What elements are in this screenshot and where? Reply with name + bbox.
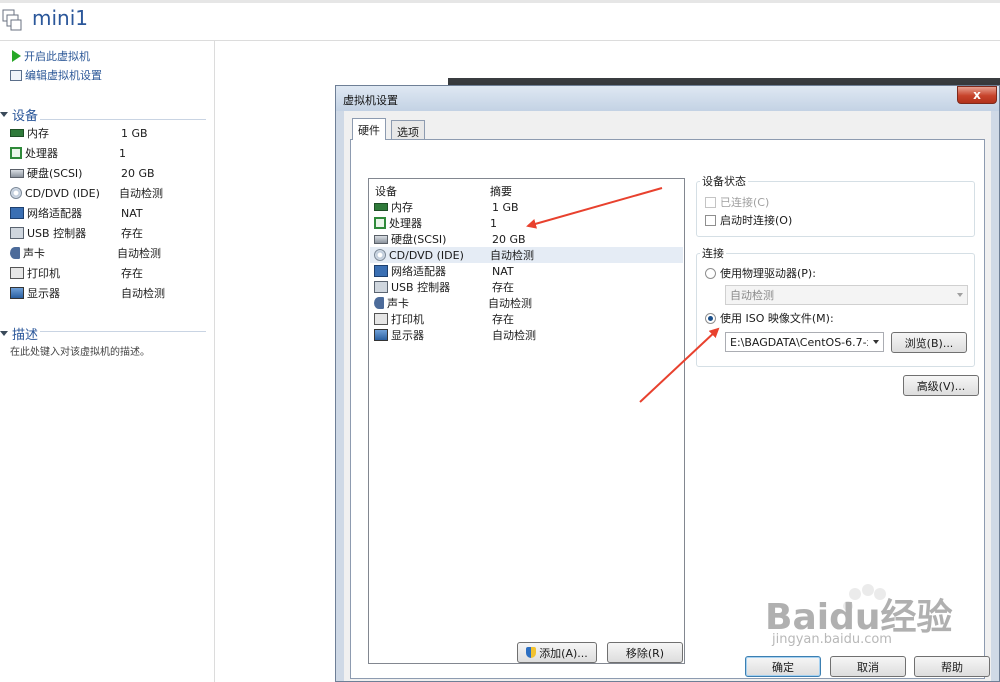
vm-title: mini1: [32, 6, 88, 30]
list-item[interactable]: 网络适配器 NAT: [370, 263, 683, 279]
tab-hardware[interactable]: 硬件: [352, 118, 386, 140]
description-placeholder[interactable]: 在此处键入对该虚拟机的描述。: [10, 343, 150, 358]
summary-device-display[interactable]: 显示器 自动检测: [10, 284, 210, 302]
printer-icon: [374, 313, 388, 325]
shield-icon: [526, 647, 537, 658]
watermark-url: jingyan.baidu.com: [772, 632, 892, 647]
summary-device-harddisk[interactable]: 硬盘(SCSI) 20 GB: [10, 164, 210, 182]
list-item[interactable]: 内存 1 GB: [370, 199, 683, 215]
printer-icon: [10, 267, 24, 279]
summary-device-network[interactable]: 网络适配器 NAT: [10, 204, 210, 222]
checkbox-icon: [705, 214, 716, 226]
memory-icon: [374, 203, 388, 211]
radio-icon: [705, 267, 716, 279]
connection-title: 连接: [700, 245, 726, 261]
connected-checkbox[interactable]: 已连接(C): [705, 194, 769, 210]
display-icon: [374, 329, 388, 341]
cancel-button[interactable]: 取消: [830, 656, 906, 677]
connect-at-power-on-checkbox[interactable]: 启动时连接(O): [705, 212, 792, 228]
browse-button[interactable]: 浏览(B)...: [891, 332, 967, 353]
dialog-title: 虚拟机设置: [343, 94, 398, 107]
add-device-button[interactable]: 添加(A)...: [517, 642, 597, 663]
devices-section-title: 设备: [12, 109, 39, 124]
description-section-title: 描述: [12, 328, 39, 343]
cd-dvd-icon: [10, 187, 22, 199]
power-on-vm-link[interactable]: 开启此虚拟机: [12, 48, 90, 64]
cd-dvd-icon: [374, 249, 386, 261]
list-item[interactable]: 声卡 自动检测: [370, 295, 683, 311]
device-status-title: 设备状态: [700, 173, 748, 189]
harddisk-icon: [10, 168, 24, 178]
remove-device-button[interactable]: 移除(R): [607, 642, 683, 663]
summary-column-header[interactable]: 摘要: [490, 183, 512, 199]
collapse-arrow-icon: [0, 112, 8, 117]
summary-device-usb[interactable]: USB 控制器 存在: [10, 224, 210, 242]
chevron-down-icon: [957, 293, 963, 297]
processor-icon: [10, 147, 22, 159]
list-item[interactable]: USB 控制器 存在: [370, 279, 683, 295]
physical-drive-select[interactable]: 自动检测: [725, 285, 968, 305]
help-button[interactable]: 帮助: [914, 656, 990, 677]
advanced-button[interactable]: 高级(V)...: [903, 375, 979, 396]
summary-device-processor[interactable]: 处理器 1: [10, 144, 210, 162]
edit-vm-settings-link[interactable]: 编辑虚拟机设置: [10, 67, 102, 83]
checkbox-icon: [705, 196, 716, 208]
memory-icon: [10, 129, 24, 137]
usb-icon: [374, 281, 388, 293]
network-icon: [374, 265, 388, 277]
vm-summary-panel: 开启此虚拟机 编辑虚拟机设置 设备 内存 1 GB 处理器 1 硬盘(SCSI)…: [0, 41, 215, 682]
close-button[interactable]: x: [957, 86, 997, 104]
description-section-line: [40, 331, 206, 332]
iso-path-combo[interactable]: E:\BAGDATA\CentOS-6.7-x8: [725, 332, 884, 352]
physical-drive-radio[interactable]: 使用物理驱动器(P):: [705, 265, 816, 281]
dialog-titlebar[interactable]: [336, 86, 999, 111]
list-item[interactable]: 处理器 1: [370, 215, 683, 231]
play-icon: [12, 50, 21, 62]
edit-settings-icon: [10, 69, 22, 81]
devices-section-line: [40, 119, 206, 120]
tab-options[interactable]: 选项: [391, 120, 425, 139]
processor-icon: [374, 217, 386, 229]
harddisk-icon: [374, 234, 388, 244]
power-on-vm-label: 开启此虚拟机: [24, 50, 90, 63]
description-section-toggle[interactable]: 描述: [0, 324, 38, 343]
sound-icon: [374, 297, 384, 309]
chevron-down-icon: [873, 340, 879, 344]
summary-device-sound[interactable]: 声卡 自动检测: [10, 244, 210, 262]
summary-device-printer[interactable]: 打印机 存在: [10, 264, 210, 282]
list-item[interactable]: 硬盘(SCSI) 20 GB: [370, 231, 683, 247]
ok-button[interactable]: 确定: [745, 656, 821, 677]
display-icon: [10, 287, 24, 299]
summary-device-cd-dvd[interactable]: CD/DVD (IDE) 自动检测: [10, 184, 210, 202]
window-top-strip: [0, 0, 1000, 3]
list-item[interactable]: 打印机 存在: [370, 311, 683, 327]
usb-icon: [10, 227, 24, 239]
devices-section-toggle[interactable]: 设备: [0, 105, 38, 124]
summary-device-memory[interactable]: 内存 1 GB: [10, 124, 210, 142]
list-item[interactable]: 显示器 自动检测: [370, 327, 683, 343]
sound-icon: [10, 247, 20, 259]
collapse-arrow-icon: [0, 331, 8, 336]
iso-image-radio[interactable]: 使用 ISO 映像文件(M):: [705, 310, 834, 326]
vm-icon: [2, 7, 22, 31]
device-list[interactable]: 设备 摘要 内存 1 GB 处理器 1 硬盘(SCSI) 20 GB CD/DV…: [368, 178, 685, 664]
device-column-header[interactable]: 设备: [375, 183, 397, 199]
close-icon: x: [973, 88, 981, 102]
radio-icon: [705, 312, 716, 324]
network-icon: [10, 207, 24, 219]
list-item-selected[interactable]: CD/DVD (IDE) 自动检测: [370, 247, 683, 263]
edit-vm-settings-label: 编辑虚拟机设置: [25, 69, 102, 82]
